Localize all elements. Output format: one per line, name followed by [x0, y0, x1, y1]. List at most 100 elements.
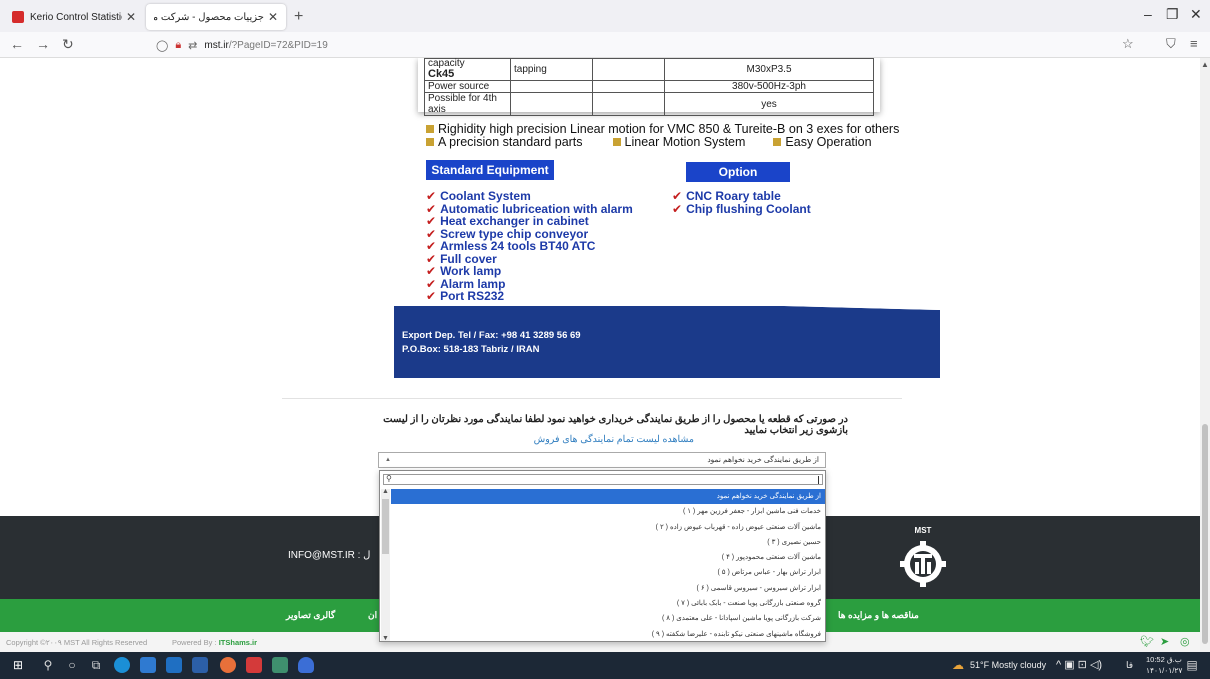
- maximize-button[interactable]: ❐: [1166, 6, 1179, 23]
- table-cell: [510, 92, 593, 116]
- search-icon: ⚲: [386, 474, 392, 483]
- bullet-square-icon: [426, 138, 434, 146]
- scroll-down-icon[interactable]: ▼: [382, 635, 389, 642]
- feature-text: A precision standard parts: [438, 135, 583, 149]
- twitter-icon[interactable]: 🐦︎: [1140, 635, 1154, 648]
- dealer-option-list: از طریق نمایندگی خرید نخواهم نمود خدمات …: [391, 489, 825, 642]
- navy-band-graphic: [394, 306, 940, 378]
- table-cell: capacity Ck45: [424, 58, 511, 81]
- telegram-icon[interactable]: ➤: [1160, 635, 1169, 648]
- feature-line: A precision standard parts Linear Motion…: [426, 135, 872, 149]
- dropdown-scrollbar[interactable]: ▲ ▼: [381, 488, 390, 642]
- footer-email[interactable]: INFO@MST.IR : ل: [288, 550, 370, 561]
- bullet-square-icon: [773, 138, 782, 146]
- weather-cloud-icon[interactable]: ☁: [950, 657, 966, 673]
- new-tab-button[interactable]: +: [294, 8, 303, 26]
- task-view-icon[interactable]: ⧉: [88, 657, 104, 673]
- select-arrow-up-icon[interactable]: ▲: [385, 453, 391, 467]
- dealer-option[interactable]: حسین نصیری ( ۳ ): [391, 535, 825, 550]
- pocket-icon[interactable]: ⛉: [1166, 36, 1176, 52]
- dealer-select-value: از طریق نمایندگی خرید نخواهم نمود: [707, 455, 819, 464]
- footer-link-partial[interactable]: ان: [368, 610, 377, 621]
- bookmark-star-icon[interactable]: ☆: [1122, 36, 1134, 52]
- dealer-option[interactable]: ماشین آلات صنعتی محمودپور ( ۴ ): [391, 550, 825, 565]
- calculator-icon[interactable]: [140, 657, 156, 673]
- check-icon: ✔: [426, 289, 437, 303]
- instagram-icon[interactable]: ◎: [1180, 635, 1190, 648]
- dealer-option[interactable]: از طریق نمایندگی خرید نخواهم نمود: [391, 489, 825, 505]
- minimize-button[interactable]: –: [1144, 6, 1152, 22]
- table-row: capacity Ck45 tapping M30xP3.5: [424, 58, 874, 81]
- windows-start-icon[interactable]: ⊞: [10, 657, 26, 673]
- copyright-text: Copyright ©۲۰۰۹ MST All Rights Reserved: [6, 638, 148, 647]
- dealer-select[interactable]: ▲ از طریق نمایندگی خرید نخواهم نمود: [378, 452, 826, 468]
- export-phone: Export Dep. Tel / Fax: +98 41 3289 56 69: [402, 330, 581, 341]
- list-item: ✔ Chip flushing Coolant: [672, 201, 811, 216]
- permissions-icon[interactable]: ⇄: [188, 39, 197, 52]
- dropdown-search-input[interactable]: ⚲: [383, 474, 823, 485]
- logo-text: MST: [914, 526, 932, 535]
- mail-icon[interactable]: [166, 657, 182, 673]
- dealer-option[interactable]: شرکت بازرگانی پویا ماشین اسپادانا - علی …: [391, 611, 825, 626]
- language-indicator[interactable]: فا: [1126, 660, 1133, 671]
- check-icon: ✔: [426, 214, 437, 228]
- clock-date[interactable]: ۱۴۰۱/۰۱/۲۷: [1146, 666, 1182, 675]
- address-bar[interactable]: ◯ 🔒︎ ⇄ mst.ir /?PageID=72&PID=19: [156, 35, 328, 55]
- store-icon[interactable]: [192, 657, 208, 673]
- dealer-option[interactable]: فروشگاه ماشینهای صنعتی نیکو تابنده - علی…: [391, 627, 825, 642]
- dealer-option[interactable]: گروه صنعتی بازرگانی پویا صنعت - بابک باب…: [391, 596, 825, 611]
- page-scrollbar[interactable]: ▲: [1200, 58, 1210, 652]
- scroll-up-icon[interactable]: ▲: [382, 488, 389, 495]
- search-icon[interactable]: ⚲: [40, 657, 56, 673]
- shield-icon[interactable]: ◯: [156, 39, 168, 52]
- notification-icon[interactable]: ▤: [1184, 657, 1200, 673]
- drop-app-icon[interactable]: [298, 657, 314, 673]
- footer-link-tenders[interactable]: مناقصه ها و مزایده ها: [838, 610, 919, 621]
- app-icon[interactable]: [272, 657, 288, 673]
- export-contact-band: Export Dep. Tel / Fax: +98 41 3289 56 69…: [394, 306, 940, 378]
- url-host: mst.ir: [204, 39, 229, 51]
- edge-icon[interactable]: [114, 657, 130, 673]
- dealer-option[interactable]: ماشین آلات صنعتی عیوض زاده - قهرباب عیوض…: [391, 520, 825, 535]
- dealer-option[interactable]: ابزار تراش سیروس - سیروس قاسمی ( ۶ ): [391, 581, 825, 596]
- scroll-thumb[interactable]: [1202, 424, 1208, 644]
- tab-product-detail[interactable]: جزییات محصول - شرکت ماشین سازی ✕: [146, 4, 286, 30]
- firefox-icon[interactable]: [220, 657, 236, 673]
- bullet-square-icon: [612, 138, 621, 146]
- dealer-option[interactable]: خدمات فنی ماشین ابزار - جعفر فرزین مهر (…: [391, 504, 825, 519]
- kerio-favicon-icon: [12, 11, 24, 23]
- table-cell: [510, 80, 593, 93]
- check-icon: ✔: [672, 201, 683, 216]
- dealer-option[interactable]: ابزار تراش بهار - عباس مرتاض ( ۵ ): [391, 565, 825, 580]
- table-cell: [592, 92, 665, 116]
- scroll-up-icon[interactable]: ▲: [1201, 60, 1209, 69]
- cortana-icon[interactable]: ○: [64, 657, 80, 673]
- lock-icon[interactable]: 🔒︎: [175, 39, 181, 52]
- check-icon: ✔: [426, 264, 437, 278]
- forward-icon[interactable]: →: [36, 36, 50, 52]
- app-icon[interactable]: [246, 657, 262, 673]
- feature-text: Linear Motion System: [624, 135, 746, 149]
- scroll-thumb[interactable]: [382, 499, 389, 554]
- table-cell-text: Ck45: [428, 68, 455, 80]
- footer-link-gallery[interactable]: گالری تصاویر: [286, 610, 335, 621]
- clock-time[interactable]: 10:52 ب.ق: [1146, 655, 1182, 664]
- reload-icon[interactable]: ↻: [62, 36, 74, 53]
- export-pobox: P.O.Box: 518-183 Tabriz / IRAN: [402, 344, 540, 355]
- table-row: Possible for 4th axis yes: [424, 92, 874, 116]
- menu-icon[interactable]: ≡: [1190, 36, 1198, 51]
- option-heading: Option: [686, 162, 790, 182]
- close-tab-icon[interactable]: ✕: [126, 10, 136, 24]
- check-icon: ✔: [426, 189, 437, 203]
- tab-kerio[interactable]: Kerio Control Statistics ✕: [4, 4, 144, 30]
- standard-equipment-list: ✔ Coolant System ✔ Automatic lubriceation …: [426, 190, 633, 303]
- close-tab-icon[interactable]: ✕: [268, 10, 278, 24]
- close-window-button[interactable]: ✕: [1190, 6, 1202, 23]
- table-cell: tapping: [510, 58, 593, 81]
- page-content: capacity Ck45 tapping M30xP3.5 Power sou…: [0, 58, 1200, 652]
- weather-text[interactable]: 51°F Mostly cloudy: [970, 660, 1046, 670]
- tray-icons[interactable]: ^ ▣ ⊡ ◁): [1056, 658, 1102, 671]
- all-dealers-link[interactable]: مشاهده لیست تمام نمایندگی های فروش: [520, 434, 694, 445]
- bullet-square-icon: [426, 125, 434, 133]
- back-icon[interactable]: ←: [10, 36, 24, 52]
